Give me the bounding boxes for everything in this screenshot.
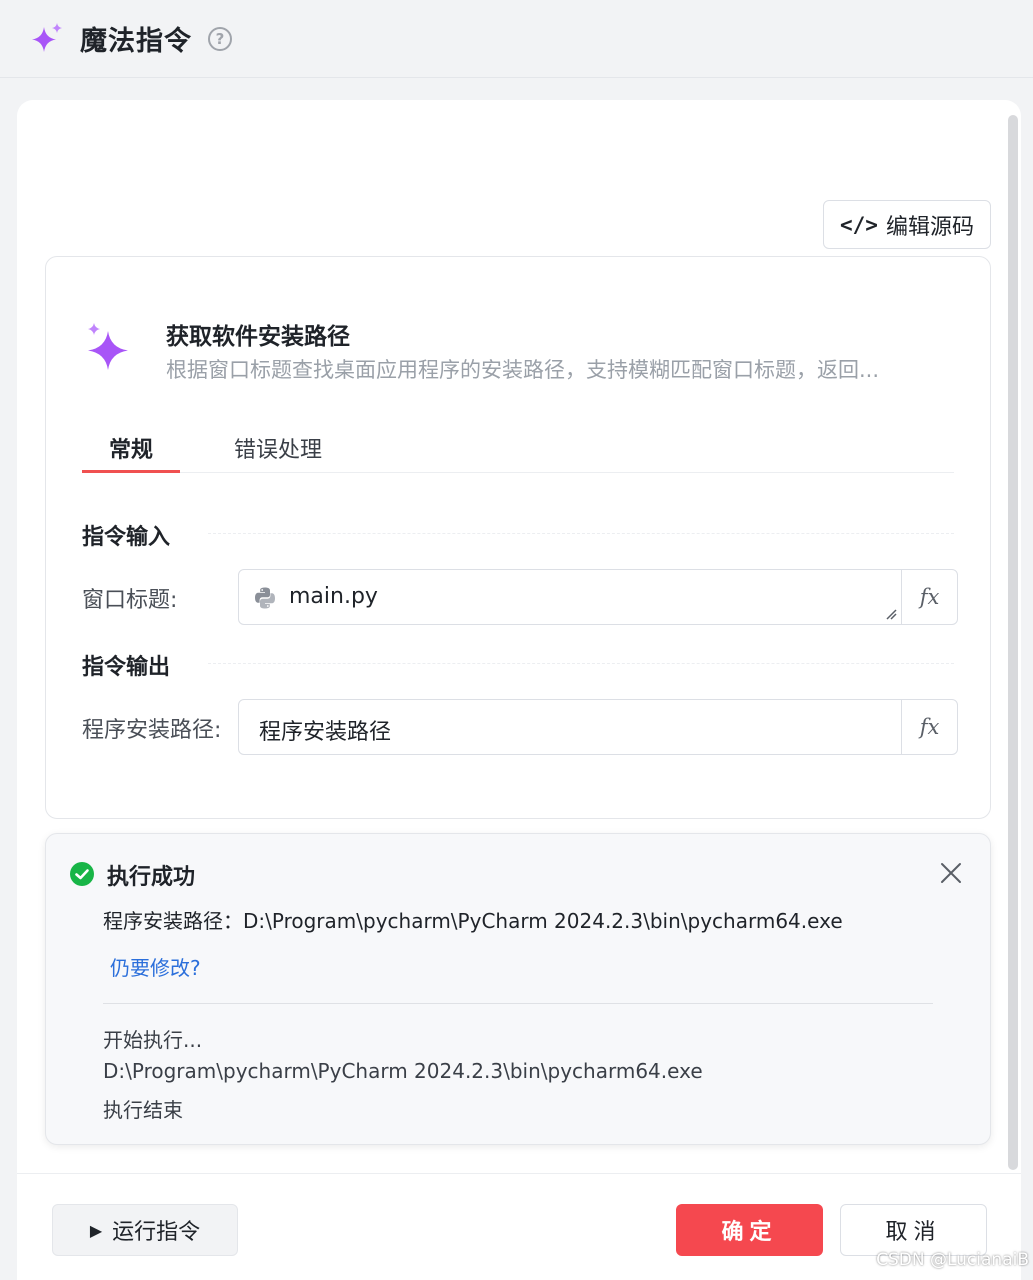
- sparkle-icon: [88, 323, 128, 370]
- edit-source-label: 编辑源码: [885, 214, 974, 240]
- python-icon: [255, 587, 275, 609]
- close-icon[interactable]: [940, 862, 962, 884]
- play-icon: ▶: [89, 1220, 103, 1240]
- window-title-input[interactable]: main.py fx: [238, 569, 958, 625]
- input-section-title: 指令输入: [82, 525, 171, 550]
- window-title-value: main.py: [289, 584, 378, 609]
- command-card: 获取软件安装路径 根据窗口标题查找桌面应用程序的安装路径，支持模糊匹配窗口标题，…: [45, 256, 991, 819]
- fx-button[interactable]: fx: [901, 570, 957, 624]
- cancel-button[interactable]: 取消: [840, 1204, 987, 1256]
- output-section-title: 指令输出: [82, 655, 171, 680]
- watermark: CSDN @LucianaiB: [876, 1250, 1029, 1270]
- command-description: 根据窗口标题查找桌面应用程序的安装路径，支持模糊匹配窗口标题，返回...: [166, 358, 880, 382]
- install-path-input[interactable]: 程序安装路径 fx: [238, 699, 958, 755]
- code-icon: </>: [840, 212, 878, 237]
- run-command-button[interactable]: ▶ 运行指令: [52, 1204, 238, 1256]
- log-line: D:\Program\pycharm\PyCharm 2024.2.3\bin\…: [103, 1059, 703, 1083]
- command-title: 获取软件安装路径: [166, 324, 350, 350]
- result-status: 执行成功: [107, 865, 196, 890]
- log-line: 开始执行...: [103, 1028, 203, 1052]
- footer-divider: [17, 1173, 1021, 1174]
- resize-handle-icon[interactable]: [885, 608, 897, 620]
- result-divider: [103, 1003, 933, 1004]
- confirm-button[interactable]: 确定: [676, 1204, 823, 1256]
- scrollbar[interactable]: [1008, 115, 1018, 1170]
- install-path-value: 程序安装路径: [259, 720, 392, 745]
- tab-bar: 常规 错误处理: [82, 422, 954, 473]
- execution-result-panel: 执行成功 程序安装路径：D:\Program\pycharm\PyCharm 2…: [45, 833, 991, 1145]
- tab-error-handling[interactable]: 错误处理: [234, 432, 322, 464]
- log-line: 执行结束: [103, 1098, 183, 1122]
- section-divider: [208, 663, 954, 664]
- result-output-line: 程序安装路径：D:\Program\pycharm\PyCharm 2024.2…: [103, 909, 843, 933]
- tab-general[interactable]: 常规: [82, 432, 180, 473]
- window-title-label: 窗口标题:: [82, 588, 178, 613]
- page-header: 魔法指令 ?: [0, 0, 1033, 78]
- edit-source-button[interactable]: </> 编辑源码: [823, 200, 991, 249]
- install-path-label: 程序安装路径:: [82, 718, 222, 743]
- modify-link[interactable]: 仍要修改?: [110, 952, 201, 981]
- check-circle-icon: [70, 862, 94, 886]
- sparkle-icon: [32, 22, 62, 52]
- question-circle-icon[interactable]: ?: [208, 26, 232, 51]
- fx-button[interactable]: fx: [901, 700, 957, 754]
- page-title: 魔法指令: [80, 26, 192, 57]
- section-divider: [208, 533, 954, 534]
- run-command-label: 运行指令: [112, 1220, 201, 1245]
